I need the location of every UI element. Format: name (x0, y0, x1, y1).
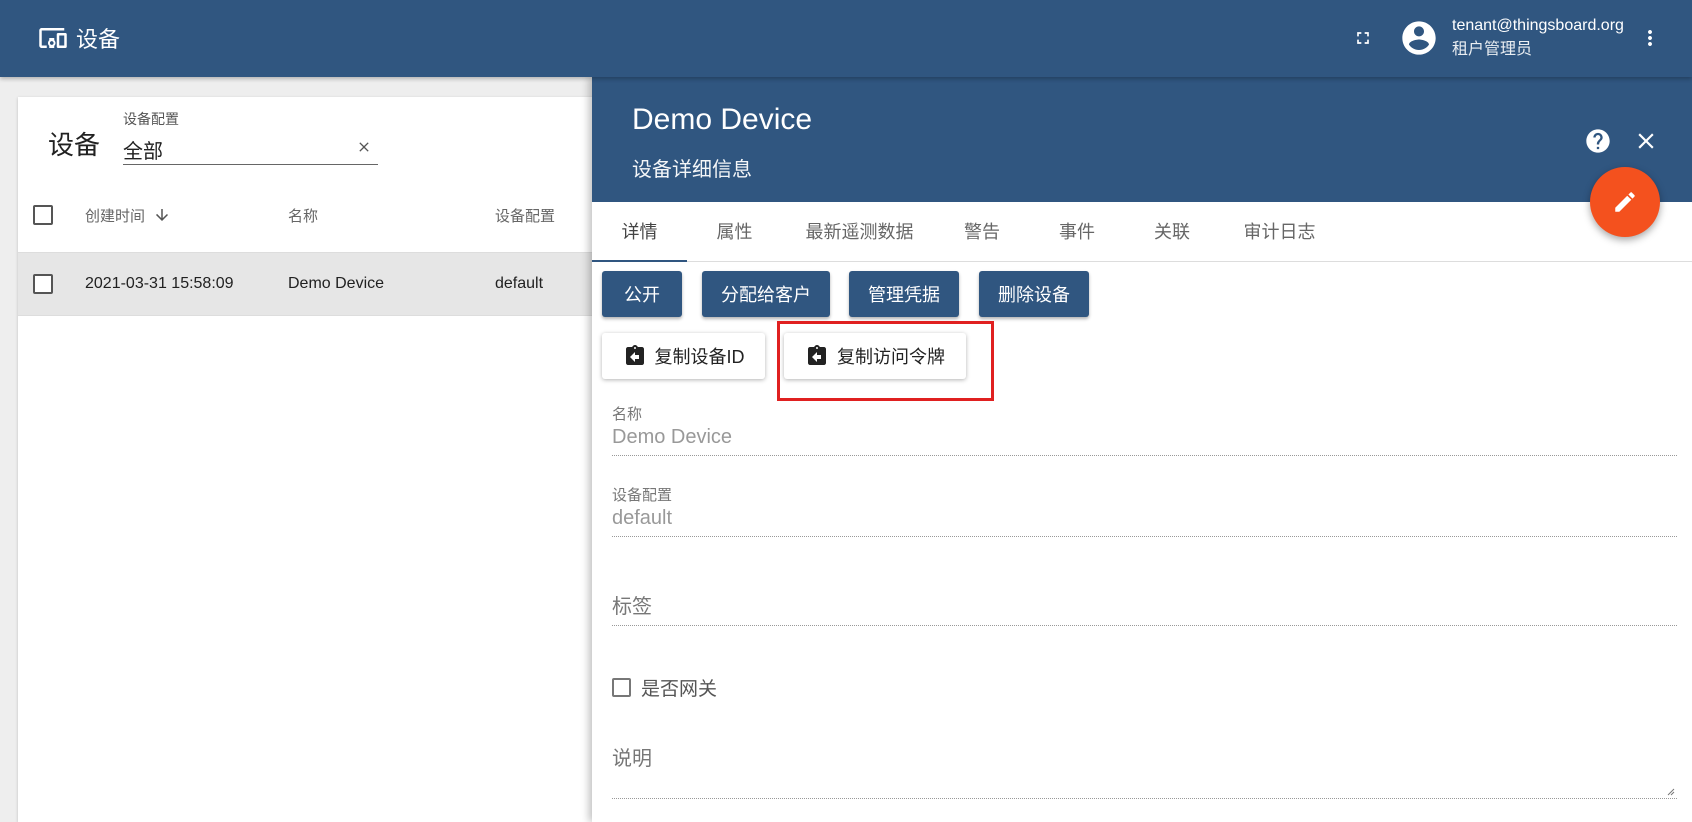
table-header: 创建时间 名称 设备配置 (18, 187, 598, 243)
description-field-placeholder: 说明 (612, 748, 652, 770)
profile-field-label: 设备配置 (612, 487, 673, 504)
filter-value: 全部 (123, 141, 163, 163)
label-field[interactable]: 标签 (612, 590, 1677, 626)
detail-header: Demo Device 设备详细信息 (592, 77, 1692, 202)
column-created-time[interactable]: 创建时间 (85, 205, 171, 226)
filter-input[interactable]: 全部 (123, 129, 378, 165)
more-vert-icon (1648, 30, 1652, 46)
profile-field-value: default (612, 507, 673, 529)
delete-device-button[interactable]: 删除设备 (979, 271, 1089, 317)
tab-details[interactable]: 详情 (592, 202, 687, 262)
label-field-placeholder: 标签 (612, 596, 652, 618)
list-title: 设备 (48, 130, 101, 160)
detail-title: Demo Device (632, 103, 813, 136)
tab-events[interactable]: 事件 (1032, 202, 1122, 262)
description-field[interactable]: 说明 (612, 742, 1677, 799)
make-public-button[interactable]: 公开 (602, 271, 682, 317)
column-created-time-label: 创建时间 (85, 207, 146, 225)
row-checkbox[interactable] (33, 274, 53, 294)
copy-device-id-label: 复制设备ID (654, 347, 745, 367)
user-email: tenant@thingsboard.org (1452, 17, 1624, 34)
close-button[interactable] (1632, 127, 1660, 155)
name-field-label: 名称 (612, 406, 643, 423)
manage-credentials-button[interactable]: 管理凭据 (849, 271, 959, 317)
name-field: 名称 Demo Device (612, 403, 1677, 456)
device-list-card: 设备 设备配置 全部 创建时间 名称 设备配置 2021-03-31 15:58… (18, 97, 598, 822)
name-field-value: Demo Device (612, 426, 733, 448)
detail-tabs: 详情 属性 最新遥测数据 警告 事件 关联 审计日志 (592, 202, 1692, 262)
user-role: 租户管理员 (1452, 41, 1533, 58)
app-title: 设备 (38, 22, 120, 54)
profile-field: 设备配置 default (612, 484, 1677, 537)
help-icon[interactable] (1584, 127, 1612, 155)
row-name: Demo Device (288, 275, 385, 292)
tab-latest-telemetry[interactable]: 最新遥测数据 (787, 202, 932, 262)
table-row[interactable]: 2021-03-31 15:58:09 Demo Device default (18, 252, 598, 316)
devices-icon (39, 28, 67, 48)
assign-customer-button[interactable]: 分配给客户 (702, 271, 830, 317)
tab-attributes[interactable]: 属性 (687, 202, 782, 262)
copy-device-id-button[interactable]: 复制设备ID (602, 333, 765, 379)
select-all-checkbox[interactable] (33, 205, 53, 225)
highlight-box (777, 321, 994, 401)
tab-relations[interactable]: 关联 (1127, 202, 1217, 262)
device-profile-filter[interactable]: 设备配置 全部 (123, 109, 378, 165)
tab-audit-logs[interactable]: 审计日志 (1217, 202, 1342, 262)
arrow-down-icon (156, 209, 169, 221)
app-title-text: 设备 (76, 27, 121, 52)
column-profile[interactable]: 设备配置 (495, 205, 555, 226)
device-detail-panel: Demo Device 设备详细信息 详情 属性 最新遥测数据 警告 事件 关联… (592, 77, 1692, 822)
row-created-time: 2021-03-31 15:58:09 (85, 275, 234, 292)
account-circle-icon (1402, 21, 1436, 55)
clipboard-arrow-icon (625, 345, 644, 365)
user-info[interactable]: tenant@thingsboard.org 租户管理员 (1452, 14, 1624, 62)
row-profile: default (495, 275, 544, 292)
gateway-checkbox-label: 是否网关 (641, 679, 718, 700)
column-name[interactable]: 名称 (288, 205, 318, 226)
resize-handle-icon[interactable] (1665, 786, 1675, 796)
detail-subtitle: 设备详细信息 (632, 159, 752, 181)
tab-alarms[interactable]: 警告 (937, 202, 1027, 262)
top-bar: 设备 tenant@thingsboard.org 租户管理员 (0, 0, 1692, 77)
more-menu-button[interactable] (1638, 22, 1662, 54)
fullscreen-icon (1357, 32, 1369, 44)
fullscreen-button[interactable] (1349, 24, 1377, 52)
clear-icon[interactable] (356, 139, 372, 155)
gateway-checkbox[interactable]: 是否网关 (612, 674, 717, 701)
gateway-checkbox-box[interactable] (612, 678, 631, 697)
avatar[interactable] (1399, 18, 1439, 58)
filter-label: 设备配置 (123, 111, 179, 127)
close-icon (1638, 133, 1654, 149)
